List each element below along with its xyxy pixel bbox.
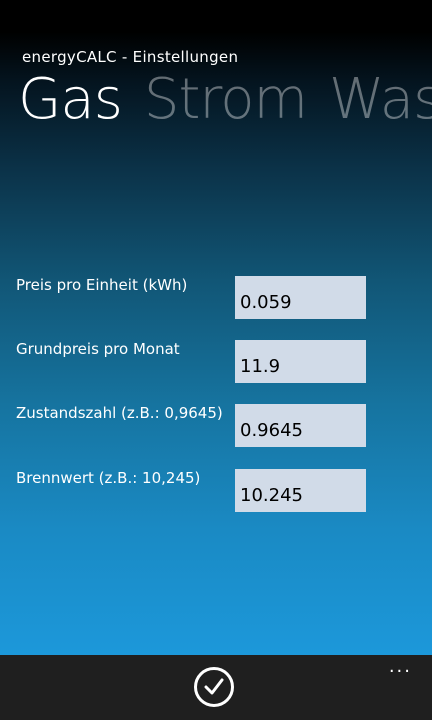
pivot-item-strom[interactable]: Strom xyxy=(144,72,308,128)
preis-label: Preis pro Einheit (kWh) xyxy=(16,276,188,294)
setting-row-zustandszahl: Zustandszahl (z.B.: 0,9645) xyxy=(0,404,432,448)
setting-row-grundpreis: Grundpreis pro Monat xyxy=(0,340,432,384)
status-bar xyxy=(0,0,432,32)
pivot-header: Gas Strom Was xyxy=(18,72,432,128)
grundpreis-label: Grundpreis pro Monat xyxy=(16,340,180,358)
app-bar: ... xyxy=(0,655,432,720)
settings-page: energyCALC - Einstellungen Gas Strom Was P… xyxy=(0,32,432,655)
pivot-item-wasser[interactable]: Was xyxy=(329,72,432,128)
brennwert-label: Brennwert (z.B.: 10,245) xyxy=(16,469,201,487)
setting-row-brennwert: Brennwert (z.B.: 10,245) xyxy=(0,469,432,513)
app-title: energyCALC - Einstellungen xyxy=(22,48,239,66)
pivot-item-gas[interactable]: Gas xyxy=(18,72,123,128)
preis-input[interactable] xyxy=(235,276,366,319)
zustandszahl-input[interactable] xyxy=(235,404,366,447)
grundpreis-input[interactable] xyxy=(235,340,366,383)
ellipsis-icon: ... xyxy=(388,656,412,677)
save-button[interactable] xyxy=(194,667,234,707)
check-icon xyxy=(204,678,224,695)
more-options-button[interactable]: ... xyxy=(389,658,412,676)
brennwert-input[interactable] xyxy=(235,469,366,512)
setting-row-preis: Preis pro Einheit (kWh) xyxy=(0,276,432,320)
zustandszahl-label: Zustandszahl (z.B.: 0,9645) xyxy=(16,404,223,422)
